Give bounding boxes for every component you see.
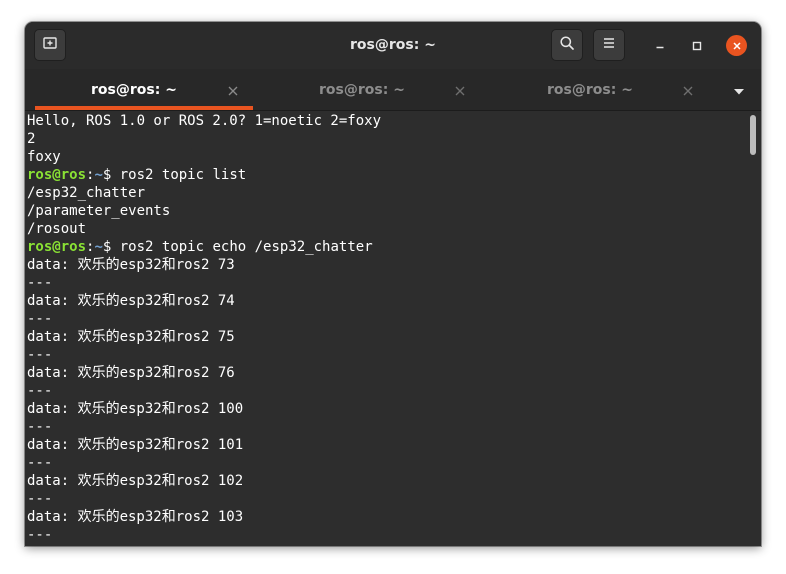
chevron-down-icon bbox=[733, 81, 745, 100]
header-bar: ros@ros: ~ bbox=[25, 22, 761, 69]
tab-bar: ros@ros: ~ ros@ros: ~ ros@ros: ~ bbox=[25, 69, 761, 111]
output-line: data: 欢乐的esp32和ros2 76 bbox=[27, 365, 235, 381]
close-icon bbox=[455, 81, 465, 100]
output-line: data: 欢乐的esp32和ros2 100 bbox=[27, 401, 244, 417]
hamburger-menu-icon bbox=[601, 35, 617, 55]
close-icon bbox=[732, 36, 742, 55]
output-line: 2 bbox=[27, 131, 36, 147]
terminal-output[interactable]: Hello, ROS 1.0 or ROS 2.0? 1=noetic 2=fo… bbox=[25, 111, 761, 546]
output-line: /parameter_events bbox=[27, 203, 171, 219]
output-line: data: 欢乐的esp32和ros2 103 bbox=[27, 509, 244, 525]
prompt-user: ros@ros bbox=[27, 239, 87, 255]
output-line: data: 欢乐的esp32和ros2 75 bbox=[27, 329, 235, 345]
output-line: data: 欢乐的esp32和ros2 73 bbox=[27, 257, 235, 273]
tab-close-button[interactable] bbox=[680, 82, 696, 98]
prompt-path: ~ bbox=[94, 239, 103, 255]
output-line: --- bbox=[27, 491, 53, 507]
output-line: /esp32_chatter bbox=[27, 185, 146, 201]
new-tab-icon bbox=[42, 35, 58, 55]
tab-close-button[interactable] bbox=[225, 82, 241, 98]
active-tab-indicator bbox=[35, 106, 253, 110]
output-line: data: 欢乐的esp32和ros2 102 bbox=[27, 473, 244, 489]
tab-close-button[interactable] bbox=[452, 82, 468, 98]
scrollbar-thumb[interactable] bbox=[750, 115, 756, 155]
tab-list-dropdown[interactable] bbox=[727, 82, 751, 98]
command-text: ros2 topic echo /esp32_chatter bbox=[111, 239, 373, 255]
output-line: data: 欢乐的esp32和ros2 74 bbox=[27, 293, 235, 309]
command-line: ros@ros:~$ ros2 topic echo /esp32_chatte… bbox=[27, 238, 747, 256]
output-line: --- bbox=[27, 347, 53, 363]
prompt-path: ~ bbox=[94, 167, 103, 183]
menu-button[interactable] bbox=[593, 29, 625, 61]
tab-3[interactable]: ros@ros: ~ bbox=[491, 69, 719, 110]
maximize-icon bbox=[691, 37, 703, 56]
tab-label: ros@ros: ~ bbox=[319, 82, 405, 98]
output-line: --- bbox=[27, 311, 53, 327]
tab-1[interactable]: ros@ros: ~ bbox=[35, 69, 263, 110]
output-line: /rosout bbox=[27, 221, 87, 237]
close-icon bbox=[683, 81, 693, 100]
output-line: --- bbox=[27, 383, 53, 399]
output-line: --- bbox=[27, 455, 53, 471]
terminal-lines: Hello, ROS 1.0 or ROS 2.0? 1=noetic 2=fo… bbox=[27, 112, 747, 544]
output-line: Hello, ROS 1.0 or ROS 2.0? 1=noetic 2=fo… bbox=[27, 113, 382, 129]
new-tab-button[interactable] bbox=[34, 29, 66, 61]
close-icon bbox=[228, 81, 238, 100]
tab-2[interactable]: ros@ros: ~ bbox=[263, 69, 491, 110]
maximize-button[interactable] bbox=[687, 36, 707, 56]
terminal-window: ros@ros: ~ ros@ros: ~ ros@ros: ~ ros@ros… bbox=[25, 22, 761, 546]
output-line: foxy bbox=[27, 149, 61, 165]
output-line: data: 欢乐的esp32和ros2 101 bbox=[27, 437, 244, 453]
tab-label: ros@ros: ~ bbox=[547, 82, 633, 98]
minimize-button[interactable] bbox=[650, 36, 670, 56]
output-line: --- bbox=[27, 419, 53, 435]
command-text: ros2 topic list bbox=[111, 167, 247, 183]
command-line: ros@ros:~$ ros2 topic list bbox=[27, 166, 747, 184]
search-button[interactable] bbox=[551, 29, 583, 61]
search-icon bbox=[559, 35, 575, 55]
output-line: --- bbox=[27, 275, 53, 291]
minimize-icon bbox=[654, 37, 666, 56]
close-window-button[interactable] bbox=[726, 35, 747, 56]
tab-label: ros@ros: ~ bbox=[91, 82, 177, 98]
prompt-user: ros@ros bbox=[27, 167, 87, 183]
output-line: --- bbox=[27, 527, 53, 543]
